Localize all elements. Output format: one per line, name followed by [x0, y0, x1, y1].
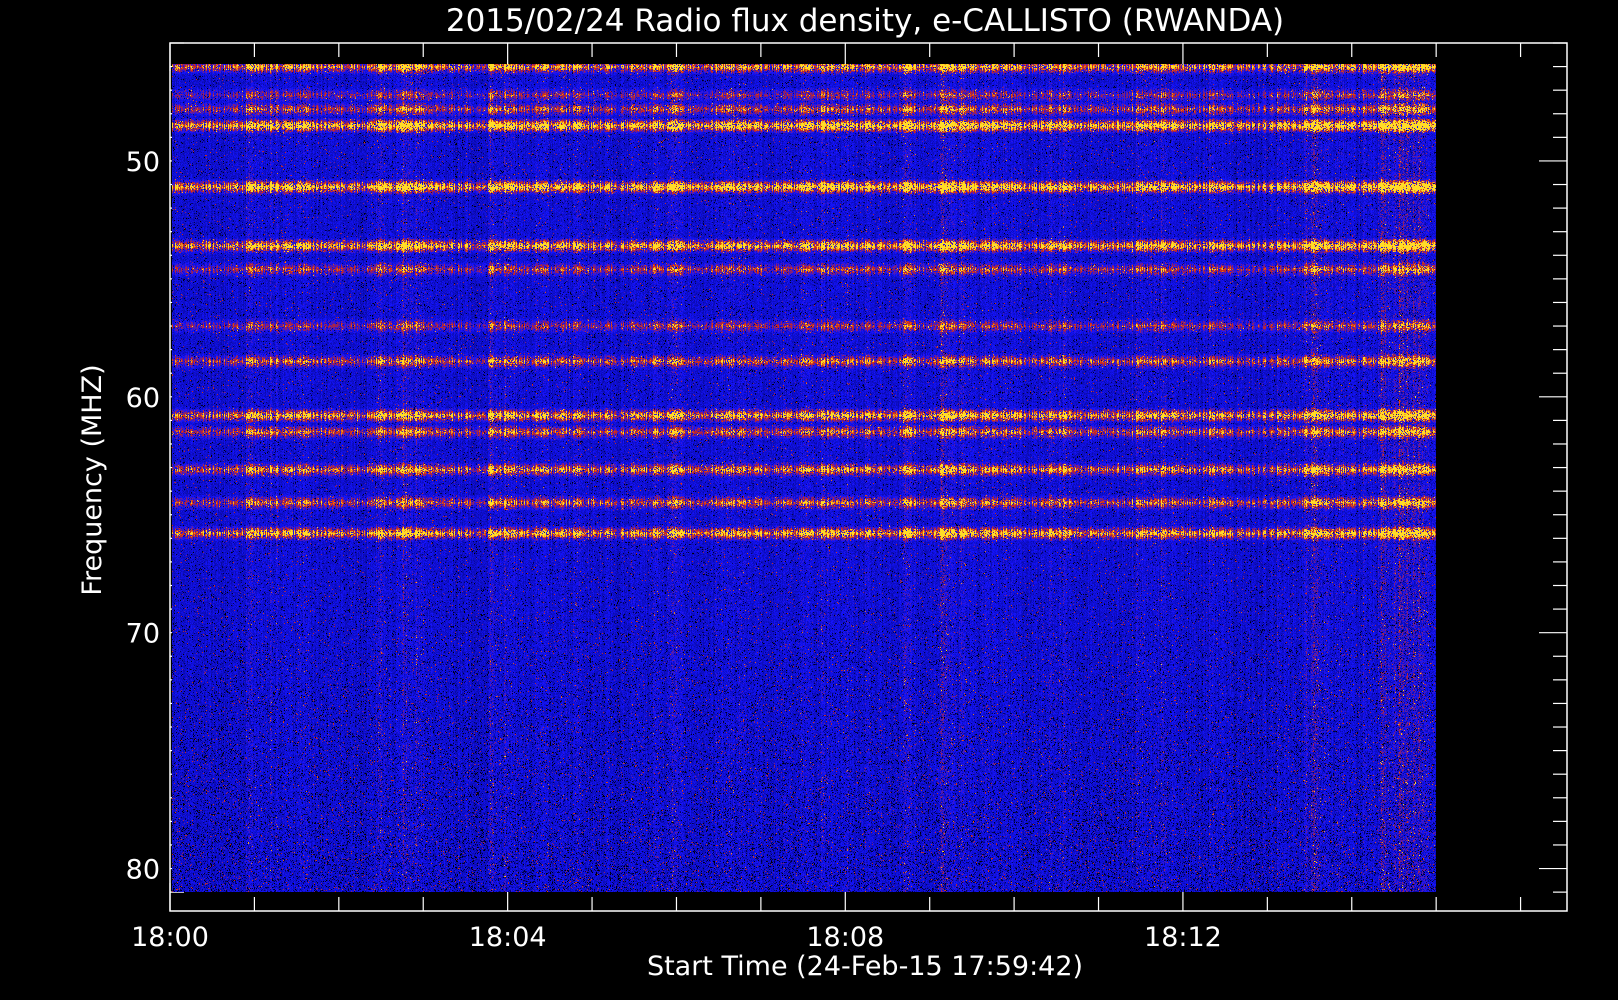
chart-title: 2015/02/24 Radio flux density, e-CALLIST… — [446, 3, 1284, 39]
x-tick-label: 18:12 — [1144, 922, 1222, 953]
x-tick-label: 18:08 — [806, 922, 884, 953]
y-tick-label: 80 — [126, 855, 160, 886]
y-axis-label: Frequency (MHZ) — [77, 364, 108, 595]
y-tick-label: 50 — [126, 147, 160, 178]
y-tick-label: 60 — [126, 383, 160, 414]
x-axis-label: Start Time (24-Feb-15 17:59:42) — [647, 951, 1083, 982]
spectrogram-heatmap — [171, 64, 1437, 893]
x-tick-label: 18:00 — [131, 922, 209, 953]
y-tick-label: 70 — [126, 619, 160, 650]
x-tick-label: 18:04 — [469, 922, 547, 953]
